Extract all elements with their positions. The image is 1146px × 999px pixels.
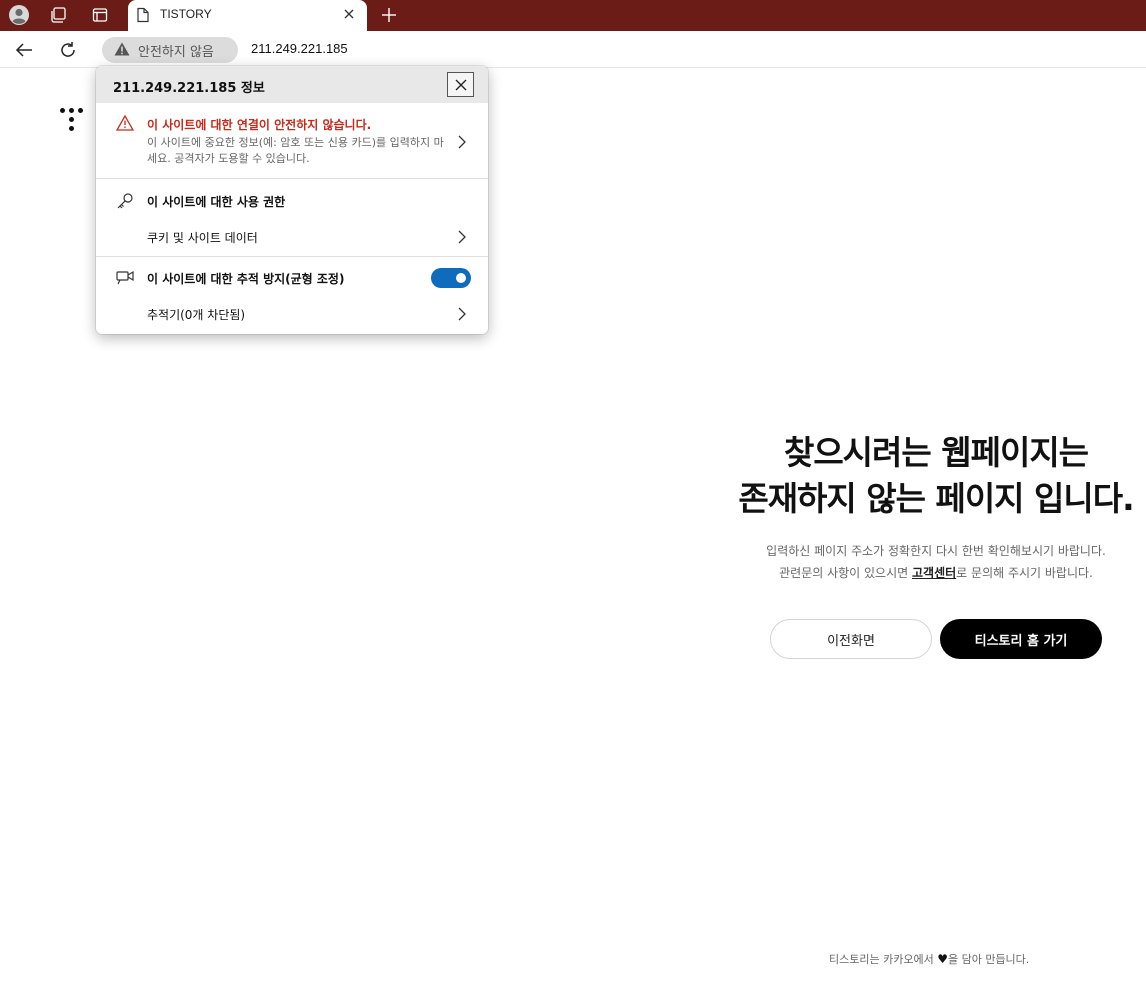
security-indicator[interactable]: 안전하지 않음 bbox=[102, 37, 238, 63]
connection-security-row[interactable]: 이 사이트에 대한 연결이 안전하지 않습니다. 이 사이트에 중요한 정보(예… bbox=[96, 103, 488, 179]
tab-actions-icon[interactable] bbox=[85, 3, 115, 27]
title-line-2: 존재하지 않는 페이지 입니다. bbox=[738, 479, 1134, 518]
address-toolbar: 안전하지 않음 211.249.221.185 bbox=[0, 31, 1146, 68]
cookies-label: 쿠키 및 사이트 데이터 bbox=[147, 231, 258, 245]
page-icon bbox=[136, 7, 150, 27]
help-center-link[interactable]: 고객센터 bbox=[912, 566, 956, 580]
tistory-logo[interactable] bbox=[60, 108, 84, 134]
popup-divider bbox=[96, 256, 488, 257]
site-info-popup: 211.249.221.185 정보 이 사이트에 대한 연결이 안전하지 않습… bbox=[96, 66, 488, 334]
error-description: 입력하신 페이지 주소가 정확한지 다시 한번 확인해보시기 바랍니다. 관련문… bbox=[706, 540, 1146, 584]
chevron-right-icon bbox=[456, 306, 468, 321]
footer-pre: 티스토리는 카카오에서 bbox=[829, 953, 938, 966]
tistory-home-button[interactable]: 티스토리 홈 가기 bbox=[940, 619, 1102, 659]
title-line-1: 찾으시려는 웹페이지는 bbox=[783, 433, 1089, 472]
address-bar[interactable]: 211.249.221.185 bbox=[251, 41, 348, 56]
tracking-toggle[interactable] bbox=[431, 268, 471, 288]
desc-line-2-post: 로 문의해 주시기 바랍니다. bbox=[956, 566, 1093, 580]
tab-tistory[interactable]: TISTORY bbox=[128, 0, 367, 31]
popup-close-button[interactable] bbox=[447, 72, 474, 97]
warning-triangle-icon bbox=[115, 114, 135, 135]
workspaces-icon[interactable] bbox=[43, 3, 73, 27]
toggle-knob bbox=[456, 273, 466, 283]
previous-page-button[interactable]: 이전화면 bbox=[770, 619, 932, 659]
key-icon bbox=[116, 192, 134, 214]
tab-close-icon[interactable] bbox=[339, 4, 359, 24]
tab-bar: TISTORY bbox=[0, 0, 1146, 31]
tracking-camera-icon bbox=[116, 269, 134, 289]
tab-title: TISTORY bbox=[160, 7, 212, 21]
close-icon bbox=[455, 79, 466, 90]
back-icon[interactable] bbox=[10, 37, 38, 63]
new-tab-icon[interactable] bbox=[376, 3, 402, 27]
trackers-label: 추적기(0개 차단됨) bbox=[147, 308, 246, 322]
trackers-row[interactable]: 추적기(0개 차단됨) bbox=[96, 295, 488, 331]
tracking-prevention-row: 이 사이트에 대한 추적 방지(균형 조정) bbox=[96, 259, 488, 295]
footer-post: 을 담아 만듭니다. bbox=[947, 953, 1030, 966]
footer-text: 티스토리는 카카오에서 ♥을 담아 만듭니다. bbox=[829, 951, 1029, 967]
page-title: 찾으시려는 웹페이지는 존재하지 않는 페이지 입니다. bbox=[706, 430, 1146, 522]
cookies-row[interactable]: 쿠키 및 사이트 데이터 bbox=[96, 218, 488, 254]
permissions-row: 이 사이트에 대한 사용 권한 bbox=[96, 182, 488, 218]
error-message: 찾으시려는 웹페이지는 존재하지 않는 페이지 입니다. 입력하신 페이지 주소… bbox=[706, 430, 1146, 584]
desc-line-2-pre: 관련문의 사항이 있으시면 bbox=[779, 566, 912, 580]
chevron-right-icon bbox=[456, 229, 468, 244]
popup-header: 211.249.221.185 정보 bbox=[96, 66, 488, 103]
tracking-label: 이 사이트에 대한 추적 방지(균형 조정) bbox=[147, 272, 345, 286]
refresh-icon[interactable] bbox=[54, 37, 82, 63]
permissions-label: 이 사이트에 대한 사용 권한 bbox=[147, 195, 286, 209]
heart-icon: ♥ bbox=[937, 952, 948, 966]
profile-icon[interactable] bbox=[4, 3, 34, 27]
security-label: 안전하지 않음 bbox=[138, 44, 214, 60]
desc-line-1: 입력하신 페이지 주소가 정확한지 다시 한번 확인해보시기 바랍니다. bbox=[766, 544, 1106, 558]
desc-line-2: 관련문의 사항이 있으시면 고객센터로 문의해 주시기 바랍니다. bbox=[706, 562, 1146, 584]
warning-body: 이 사이트에 중요한 정보(예: 암호 또는 신용 카드)를 입력하지 마세요.… bbox=[147, 136, 444, 165]
popup-title: 211.249.221.185 정보 bbox=[113, 81, 265, 96]
warning-title: 이 사이트에 대한 연결이 안전하지 않습니다. bbox=[147, 118, 372, 132]
chevron-right-icon bbox=[456, 134, 468, 149]
warning-icon bbox=[114, 41, 130, 60]
